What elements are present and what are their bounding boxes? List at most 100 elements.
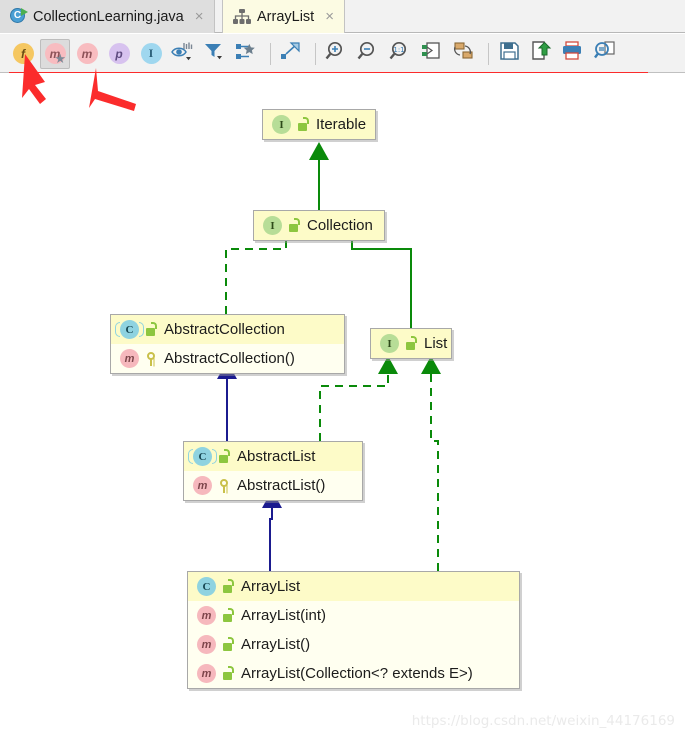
expand-collapse-button[interactable] bbox=[277, 39, 307, 69]
method-icon: m bbox=[197, 635, 216, 654]
node-row-label: AbstractList bbox=[237, 448, 316, 465]
method-icon: m bbox=[197, 606, 216, 625]
diagram-node-abstract-collection[interactable]: C AbstractCollection m AbstractCollection() bbox=[110, 314, 345, 374]
show-properties-button[interactable]: p bbox=[104, 39, 134, 69]
visibility-filter-button[interactable] bbox=[168, 39, 198, 69]
abstract-class-icon: C bbox=[188, 447, 217, 466]
node-row-label: Iterable bbox=[316, 116, 367, 133]
abstract-class-icon: C bbox=[115, 320, 144, 339]
svg-text:1:1: 1:1 bbox=[393, 46, 404, 54]
node-header-row[interactable]: I List bbox=[371, 329, 451, 358]
funnel-icon bbox=[203, 41, 227, 66]
show-fields-button[interactable]: f bbox=[8, 39, 38, 69]
close-icon[interactable]: × bbox=[195, 9, 204, 24]
export-button[interactable] bbox=[527, 39, 557, 69]
node-header-row[interactable]: C AbstractList bbox=[184, 442, 362, 471]
protected-key-icon bbox=[218, 478, 231, 493]
node-member-row[interactable]: m ArrayList(Collection<? extends E>) bbox=[188, 659, 519, 688]
diagram-canvas[interactable]: I Iterable I Collection C AbstractCollection m… bbox=[0, 73, 685, 738]
eye-icon bbox=[171, 41, 195, 66]
public-unlock-icon bbox=[145, 322, 158, 337]
node-header-row[interactable]: I Iterable bbox=[263, 110, 375, 139]
inner-class-bubble-icon: I bbox=[140, 43, 162, 64]
protected-key-icon bbox=[145, 351, 158, 366]
zoom-in-button[interactable] bbox=[322, 39, 352, 69]
show-inner-classes-button[interactable]: I bbox=[136, 39, 166, 69]
node-row-label: Collection bbox=[307, 217, 373, 234]
public-unlock-icon bbox=[222, 579, 235, 594]
print-button[interactable] bbox=[559, 39, 589, 69]
node-row-label: ArrayList(Collection<? extends E>) bbox=[241, 665, 473, 682]
java-class-icon: C bbox=[10, 8, 28, 25]
edge-arraylist-to-list bbox=[421, 356, 441, 571]
zoom-out-icon bbox=[357, 41, 381, 66]
star-node-icon bbox=[235, 41, 259, 66]
toolbar-separator bbox=[315, 42, 316, 65]
diagram-node-iterable[interactable]: I Iterable bbox=[262, 109, 376, 140]
diagram-node-collection[interactable]: I Collection bbox=[253, 210, 385, 241]
node-header-row[interactable]: C AbstractCollection bbox=[111, 315, 344, 344]
filter-button[interactable] bbox=[200, 39, 230, 69]
edge-list-to-collection bbox=[342, 220, 412, 328]
node-row-label: AbstractCollection bbox=[164, 321, 285, 338]
method-icon: m bbox=[120, 349, 139, 368]
class-icon: C bbox=[197, 577, 216, 596]
public-unlock-icon bbox=[222, 608, 235, 623]
refresh-layout-button[interactable] bbox=[450, 39, 480, 69]
show-constructors-button[interactable]: m bbox=[72, 39, 102, 69]
refresh-layout-icon bbox=[453, 41, 477, 66]
diagram-node-list[interactable]: I List bbox=[370, 328, 452, 359]
public-unlock-icon bbox=[218, 449, 231, 464]
edge-arraylist-to-abstractlist bbox=[262, 490, 282, 571]
tab-label: ArrayList bbox=[257, 8, 315, 25]
public-unlock-icon bbox=[297, 117, 310, 132]
public-unlock-icon bbox=[222, 666, 235, 681]
zoom-out-button[interactable] bbox=[354, 39, 384, 69]
categories-button[interactable] bbox=[232, 39, 262, 69]
show-dependencies-button[interactable] bbox=[418, 39, 448, 69]
node-row-label: AbstractCollection() bbox=[164, 350, 295, 367]
tab-label: CollectionLearning.java bbox=[33, 8, 184, 25]
node-member-row[interactable]: m ArrayList(int) bbox=[188, 601, 519, 630]
toolbar-separator bbox=[270, 42, 271, 65]
floppy-disk-icon bbox=[498, 41, 522, 66]
method-icon: m bbox=[197, 664, 216, 683]
edge-abstractcollection-to-collection bbox=[225, 220, 296, 314]
property-bubble-icon: p bbox=[108, 43, 130, 64]
node-member-row[interactable]: m ArrayList() bbox=[188, 630, 519, 659]
node-member-row[interactable]: m AbstractCollection() bbox=[111, 344, 344, 373]
zoom-actual-size-icon: 1:1 bbox=[389, 41, 413, 66]
public-unlock-icon bbox=[405, 336, 418, 351]
save-button[interactable] bbox=[495, 39, 525, 69]
printer-icon bbox=[562, 41, 586, 66]
actual-size-button[interactable]: 1:1 bbox=[386, 39, 416, 69]
public-unlock-icon bbox=[222, 637, 235, 652]
print-preview-icon bbox=[594, 41, 618, 66]
node-row-label: ArrayList(int) bbox=[241, 607, 327, 624]
node-header-row[interactable]: C ArrayList bbox=[188, 572, 519, 601]
diagram-node-arraylist[interactable]: C ArrayList m ArrayList(int) m ArrayList() m Ar… bbox=[187, 571, 520, 689]
public-unlock-icon bbox=[288, 218, 301, 233]
editor-tab-bar: C CollectionLearning.java × ArrayList × bbox=[0, 0, 685, 33]
method-icon: m bbox=[193, 476, 212, 495]
node-row-label: ArrayList bbox=[241, 578, 301, 595]
close-icon[interactable]: × bbox=[325, 9, 334, 24]
node-row-label: ArrayList() bbox=[241, 636, 311, 653]
diagram-node-abstract-list[interactable]: C AbstractList m AbstractList() bbox=[183, 441, 363, 501]
export-arrow-icon bbox=[530, 41, 554, 66]
show-methods-button[interactable]: m ★ bbox=[40, 38, 70, 69]
tab-collection-learning-java[interactable]: C CollectionLearning.java × bbox=[0, 0, 215, 33]
tab-arraylist-diagram[interactable]: ArrayList × bbox=[222, 0, 345, 33]
diagram-toolbar: f m ★ m p I 1:1 bbox=[0, 34, 685, 105]
edge-abstractlist-to-list bbox=[319, 356, 398, 441]
interface-icon: I bbox=[272, 115, 291, 134]
node-member-row[interactable]: m AbstractList() bbox=[184, 471, 362, 500]
interface-icon: I bbox=[380, 334, 399, 353]
zoom-in-icon bbox=[325, 41, 349, 66]
print-preview-button[interactable] bbox=[591, 39, 621, 69]
star-icon: ★ bbox=[54, 50, 66, 66]
method-bubble-icon: m bbox=[76, 43, 98, 64]
class-diagram-window: C CollectionLearning.java × ArrayList × bbox=[0, 0, 685, 738]
node-row-label: List bbox=[424, 335, 448, 352]
node-header-row[interactable]: I Collection bbox=[254, 211, 384, 240]
